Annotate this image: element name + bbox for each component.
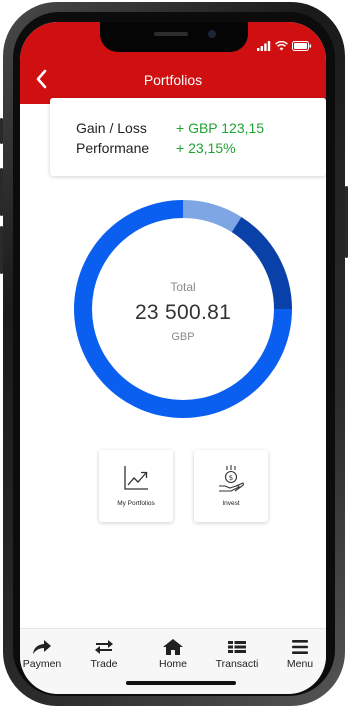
performance-label: Performane [76, 140, 150, 156]
my-portfolios-button[interactable]: My Portfolios [99, 450, 173, 522]
tab-menu[interactable]: Menu [270, 633, 326, 670]
status-icons [257, 41, 312, 51]
swap-arrows-icon [95, 640, 113, 654]
total-currency: GBP [171, 331, 195, 343]
invest-label: Invest [222, 500, 240, 507]
performance-row: Performane + 23,15% [76, 140, 236, 156]
tab-menu-label: Menu [286, 658, 314, 670]
battery-icon [292, 41, 312, 51]
wifi-icon [275, 41, 288, 51]
performance-value: + 23,15% [176, 140, 236, 156]
tab-payments-label: Paymen [22, 658, 62, 670]
total-amount: 23 500.81 [134, 301, 232, 324]
app-header: Portfolios [20, 22, 326, 104]
front-camera [208, 30, 216, 38]
tab-home[interactable]: Home [143, 633, 203, 670]
svg-text:$: $ [229, 474, 233, 482]
speaker [154, 32, 188, 36]
volume-down-button [0, 226, 3, 274]
my-portfolios-label: My Portfolios [117, 500, 155, 507]
notch [100, 22, 248, 52]
gain-loss-label: Gain / Loss [76, 120, 147, 136]
hamburger-icon [292, 640, 308, 654]
gain-loss-row: Gain / Loss + GBP 123,15 [76, 120, 264, 136]
app-screen: Portfolios Gain / Loss + GBP 123,15 Perf… [20, 22, 326, 694]
gain-loss-card: Gain / Loss + GBP 123,15 Performane + 23… [50, 98, 326, 176]
tab-transactions[interactable]: Transacti [207, 633, 267, 670]
invest-button[interactable]: $ Invest [194, 450, 268, 522]
trend-chart-icon [124, 466, 148, 490]
tab-transactions-label: Transacti [215, 658, 259, 670]
tab-payments[interactable]: Paymen [20, 633, 72, 670]
home-icon [163, 639, 183, 655]
tab-trade[interactable]: Trade [74, 633, 134, 670]
invest-hand-coin-icon: $ [219, 465, 244, 492]
share-arrow-icon [33, 640, 51, 654]
mute-switch [0, 118, 3, 144]
donut-center: Total 23 500.81 GBP [74, 200, 292, 418]
tab-home-label: Home [158, 658, 187, 670]
home-indicator [126, 681, 236, 685]
total-label: Total [170, 280, 196, 294]
volume-up-button [0, 168, 3, 216]
page-title: Portfolios [143, 72, 203, 88]
list-icon [228, 641, 246, 653]
signal-icon [257, 41, 271, 51]
tab-trade-label: Trade [90, 658, 118, 670]
gain-loss-value: + GBP 123,15 [176, 120, 265, 136]
